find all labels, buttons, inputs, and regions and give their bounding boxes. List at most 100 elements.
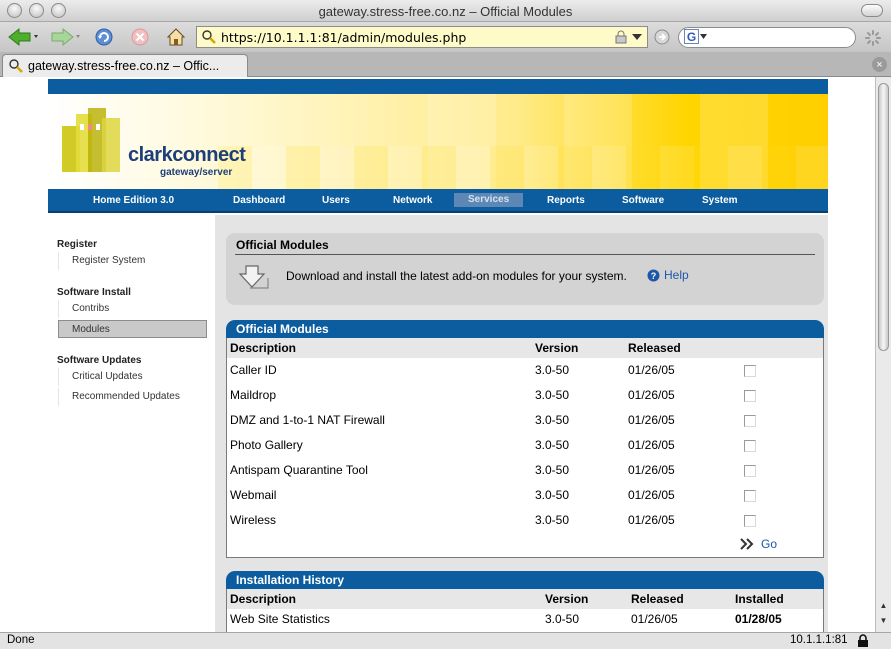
column-description: Description — [230, 341, 297, 355]
nav-software[interactable]: Software — [622, 195, 664, 206]
brand-tagline: gateway/server — [160, 167, 233, 178]
module-version: 3.0-50 — [535, 463, 570, 477]
column-released: Released — [628, 341, 681, 355]
history-column-description: Description — [230, 592, 297, 606]
history-table: Description Version Released Installed W… — [226, 589, 824, 632]
back-button[interactable] — [6, 26, 40, 48]
close-tab-icon[interactable]: × — [872, 57, 887, 72]
module-released: 01/26/05 — [628, 488, 675, 502]
page-description: Download and install the latest add-on m… — [286, 269, 627, 283]
module-select-checkbox[interactable] — [744, 490, 756, 502]
toolbar-toggle-button[interactable] — [861, 4, 883, 17]
tab-site-icon — [9, 59, 23, 73]
main-content: Official Modules Download and install th… — [215, 215, 828, 632]
home-button[interactable] — [164, 26, 188, 48]
brand-name: clarkconnect — [128, 144, 246, 166]
edition-label: Home Edition 3.0 — [93, 195, 175, 206]
nav-users[interactable]: Users — [322, 195, 350, 206]
sidebar-item-contribs[interactable]: Contribs — [58, 300, 207, 318]
sidebar-heading-register: Register — [57, 239, 98, 250]
activity-spinner-icon — [865, 30, 881, 46]
module-select-checkbox[interactable] — [744, 365, 756, 377]
module-version: 3.0-50 — [535, 363, 570, 377]
stop-icon — [131, 28, 149, 46]
secure-lock-icon[interactable] — [857, 634, 869, 648]
status-text: Done — [7, 634, 35, 646]
modules-table-header: Official Modules — [226, 320, 824, 338]
main-nav: Home Edition 3.0 Dashboard Users Network… — [48, 189, 828, 213]
module-description: Maildrop — [230, 388, 277, 402]
nav-dashboard[interactable]: Dashboard — [233, 195, 285, 206]
module-released: 01/26/05 — [628, 438, 675, 452]
stop-button[interactable] — [128, 26, 152, 48]
nav-reports[interactable]: Reports — [547, 195, 585, 206]
module-released: 01/26/05 — [628, 513, 675, 527]
module-released: 01/26/05 — [628, 363, 675, 377]
browser-tab[interactable]: gateway.stress-free.co.nz – Offic... — [2, 54, 248, 77]
search-engine-dropdown-icon[interactable] — [700, 32, 708, 40]
column-version: Version — [535, 341, 579, 355]
go-button[interactable]: Go — [740, 537, 777, 551]
module-select-checkbox[interactable] — [744, 465, 756, 477]
forward-button[interactable] — [48, 26, 82, 48]
history-description: Web Site Statistics — [230, 612, 330, 626]
module-select-checkbox[interactable] — [744, 390, 756, 402]
module-version: 3.0-50 — [535, 488, 570, 502]
search-engine-icon[interactable]: G — [684, 29, 699, 44]
reload-button[interactable] — [92, 26, 116, 48]
address-bar[interactable]: https://10.1.1.1:81/admin/modules.php — [196, 26, 648, 48]
nav-network[interactable]: Network — [393, 195, 432, 206]
clarkconnect-logo-icon — [62, 108, 120, 172]
module-select-checkbox[interactable] — [744, 515, 756, 527]
history-version: 3.0-50 — [545, 612, 580, 626]
sidebar-item-register-system[interactable]: Register System — [58, 252, 207, 270]
module-released: 01/26/05 — [628, 463, 675, 477]
scrollbar-thumb[interactable] — [878, 83, 889, 351]
browser-toolbar: https://10.1.1.1:81/admin/modules.php G — [0, 22, 891, 52]
status-host: 10.1.1.1:81 — [790, 634, 848, 646]
module-version: 3.0-50 — [535, 388, 570, 402]
double-chevron-right-icon — [740, 538, 754, 550]
sidebar-item-critical-updates[interactable]: Critical Updates — [58, 368, 207, 386]
lock-icon — [615, 30, 627, 44]
clarkconnect-page: clarkconnect gateway/server Home Edition… — [48, 77, 828, 632]
go-arrow-icon — [654, 29, 670, 45]
scroll-up-arrow-icon[interactable]: ▲ — [878, 601, 889, 612]
url-dropdown-icon[interactable] — [631, 31, 643, 43]
nav-services[interactable]: Services — [454, 193, 524, 207]
history-column-version: Version — [545, 592, 589, 606]
download-icon — [238, 265, 269, 289]
help-link[interactable]: ? Help — [647, 268, 689, 282]
module-released: 01/26/05 — [628, 388, 675, 402]
module-version: 3.0-50 — [535, 413, 570, 427]
help-label: Help — [664, 268, 689, 282]
history-installed: 01/28/05 — [735, 612, 782, 626]
history-table-header: Installation History — [226, 571, 824, 589]
module-version: 3.0-50 — [535, 513, 570, 527]
sidebar-heading-software-updates: Software Updates — [57, 355, 142, 366]
module-select-checkbox[interactable] — [744, 415, 756, 427]
reload-icon — [95, 28, 113, 46]
site-icon — [202, 30, 216, 44]
sidebar-item-modules[interactable]: Modules — [58, 320, 207, 338]
svg-text:?: ? — [651, 271, 657, 281]
modules-table: Description Version Released Caller ID 3… — [226, 338, 824, 558]
vertical-scrollbar[interactable]: ▲ ▼ — [875, 77, 891, 632]
history-released: 01/26/05 — [631, 612, 678, 626]
module-version: 3.0-50 — [535, 438, 570, 452]
module-description: Webmail — [230, 488, 277, 502]
sidebar: Register Register System Software Instal… — [48, 215, 215, 632]
status-bar: Done 10.1.1.1:81 — [0, 632, 891, 649]
top-strip — [48, 79, 828, 94]
header-banner: clarkconnect gateway/server — [48, 94, 828, 189]
sidebar-item-recommended-updates[interactable]: Recommended Updates — [58, 388, 207, 406]
scroll-down-arrow-icon[interactable]: ▼ — [878, 616, 889, 627]
nav-system[interactable]: System — [702, 195, 738, 206]
history-column-installed: Installed — [735, 592, 784, 606]
window-titlebar: gateway.stress-free.co.nz – Official Mod… — [0, 0, 891, 22]
module-select-checkbox[interactable] — [744, 440, 756, 452]
go-url-button[interactable] — [652, 26, 672, 48]
sidebar-heading-software-install: Software Install — [57, 287, 131, 298]
back-arrow-icon — [8, 27, 38, 47]
tab-title: gateway.stress-free.co.nz – Offic... — [28, 59, 220, 73]
